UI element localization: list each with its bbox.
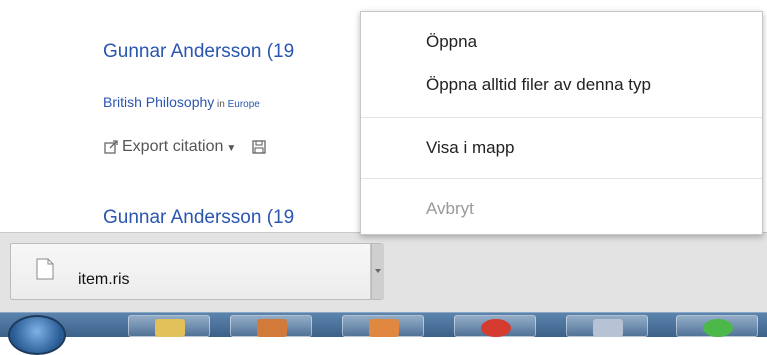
in-label: in: [214, 99, 228, 110]
taskbar-app-explorer[interactable]: [128, 315, 210, 337]
save-icon[interactable]: [252, 140, 266, 154]
journal-link[interactable]: British Philosophy: [103, 94, 214, 110]
collection-link[interactable]: Europe: [228, 99, 260, 110]
download-menu-button[interactable]: [371, 244, 384, 299]
chevron-down-icon: ▼: [226, 142, 237, 154]
download-item[interactable]: item.ris: [10, 243, 384, 300]
result-title-link[interactable]: Gunnar Andersson (19: [103, 207, 294, 229]
document-icon: [593, 319, 623, 337]
external-link-icon: [104, 140, 118, 154]
menu-item-cancel: Avbryt: [426, 199, 474, 218]
taskbar-app-media[interactable]: [230, 315, 312, 337]
download-shelf: item.ris: [0, 232, 767, 313]
taskbar-app-green[interactable]: [676, 315, 758, 337]
green-app-icon: [703, 319, 733, 337]
taskbar-app-chrome[interactable]: [454, 315, 536, 337]
menu-separator: [361, 178, 762, 179]
paint-icon: [369, 319, 399, 337]
file-icon: [36, 258, 54, 280]
source-line: British Philosophy in Europe: [103, 94, 260, 112]
taskbar-app-paint[interactable]: [342, 315, 424, 337]
export-citation-label: Export citation: [122, 138, 224, 155]
file-explorer-icon: [155, 319, 185, 337]
menu-item-show-in-folder[interactable]: Visa i mapp: [361, 130, 762, 166]
download-file-name: item.ris: [78, 271, 130, 288]
menu-item-open[interactable]: Öppna: [361, 24, 762, 60]
taskbar-app-document[interactable]: [566, 315, 648, 337]
export-citation-button[interactable]: Export citation ▼: [104, 138, 266, 156]
result-title-link[interactable]: Gunnar Andersson (19: [103, 41, 294, 63]
menu-separator: [361, 117, 762, 118]
chrome-icon: [481, 319, 511, 337]
start-button[interactable]: [8, 315, 66, 355]
taskbar: [0, 312, 767, 355]
media-icon: [257, 319, 287, 337]
download-context-menu: Öppna Öppna alltid filer av denna typ Vi…: [360, 11, 763, 235]
menu-item-always-open[interactable]: Öppna alltid filer av denna typ: [361, 67, 762, 103]
